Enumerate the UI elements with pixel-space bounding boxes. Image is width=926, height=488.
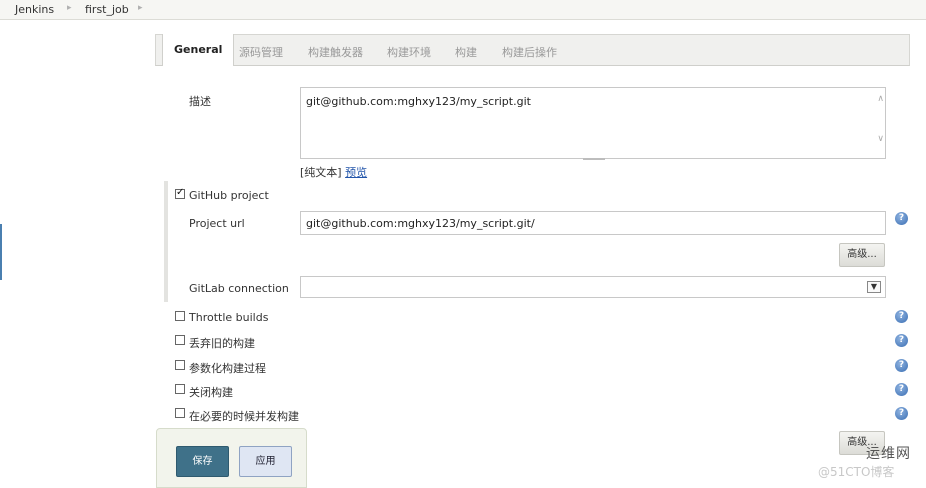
breadcrumb-first-job[interactable]: first_job [85, 3, 129, 16]
gitlab-connection-label: GitLab connection [189, 282, 289, 295]
tab-source-code[interactable]: 源码管理 [239, 44, 283, 60]
project-url-label: Project url [189, 217, 245, 230]
throttle-builds-label: Throttle builds [189, 311, 269, 324]
parameterized-build-checkbox[interactable] [175, 360, 185, 370]
tab-general[interactable]: General [162, 34, 235, 66]
watermark-subtitle: @51CTO博客 [818, 465, 895, 479]
description-value: git@github.com:mghxy123/my_script.git [306, 95, 531, 108]
breadcrumb: Jenkins ▸ first_job ▸ [0, 0, 926, 20]
github-project-checkbox[interactable] [175, 187, 185, 199]
help-icon[interactable]: ? [895, 310, 908, 323]
description-label: 描述 [189, 95, 211, 108]
help-icon[interactable]: ? [895, 212, 908, 225]
chevron-down-icon[interactable]: ▼ [867, 281, 881, 293]
description-format: [纯文本] 预览 [300, 164, 367, 180]
save-button[interactable]: 保存 [176, 446, 229, 477]
github-project-label: GitHub project [189, 189, 269, 202]
section-indicator [164, 181, 168, 302]
sidebar-edge [0, 224, 2, 280]
throttle-builds-checkbox[interactable] [175, 311, 185, 321]
apply-button[interactable]: 应用 [239, 446, 292, 477]
parameterized-build-label: 参数化构建过程 [189, 362, 266, 375]
disable-build-label: 关闭构建 [189, 386, 233, 399]
tab-build-triggers[interactable]: 构建触发器 [308, 44, 363, 60]
disable-build-checkbox[interactable] [175, 384, 185, 394]
watermark-title: 运维网 [866, 446, 911, 462]
description-textarea[interactable]: git@github.com:mghxy123/my_script.git ∧ … [300, 87, 886, 160]
concurrent-build-label: 在必要的时候并发构建 [189, 410, 299, 423]
chevron-right-icon: ▸ [138, 3, 143, 13]
advanced-button[interactable]: 高级... [839, 243, 885, 267]
save-bar: 保存 应用 [156, 428, 307, 488]
help-icon[interactable]: ? [895, 407, 908, 420]
project-url-value: git@github.com:mghxy123/my_script.git/ [306, 217, 535, 230]
plain-text-label: [纯文本] [300, 166, 342, 179]
help-icon[interactable]: ? [895, 359, 908, 372]
preview-link[interactable]: 预览 [345, 166, 367, 179]
tab-build-environment[interactable]: 构建环境 [387, 44, 431, 60]
project-url-input[interactable]: git@github.com:mghxy123/my_script.git/ [300, 211, 886, 235]
scroll-down-icon[interactable]: ∨ [877, 134, 884, 144]
gitlab-connection-select[interactable]: ▼ [300, 276, 886, 298]
help-icon[interactable]: ? [895, 334, 908, 347]
tab-build[interactable]: 构建 [455, 44, 477, 60]
tab-post-build[interactable]: 构建后操作 [502, 44, 557, 60]
breadcrumb-jenkins[interactable]: Jenkins [15, 3, 54, 16]
scroll-up-icon[interactable]: ∧ [877, 94, 884, 104]
chevron-right-icon: ▸ [67, 3, 72, 13]
discard-old-builds-label: 丢弃旧的构建 [189, 337, 255, 350]
discard-old-builds-checkbox[interactable] [175, 335, 185, 345]
resize-handle[interactable] [583, 158, 605, 160]
config-tabs: General 源码管理 构建触发器 构建环境 构建 构建后操作 [155, 34, 910, 66]
concurrent-build-checkbox[interactable] [175, 408, 185, 418]
help-icon[interactable]: ? [895, 383, 908, 396]
